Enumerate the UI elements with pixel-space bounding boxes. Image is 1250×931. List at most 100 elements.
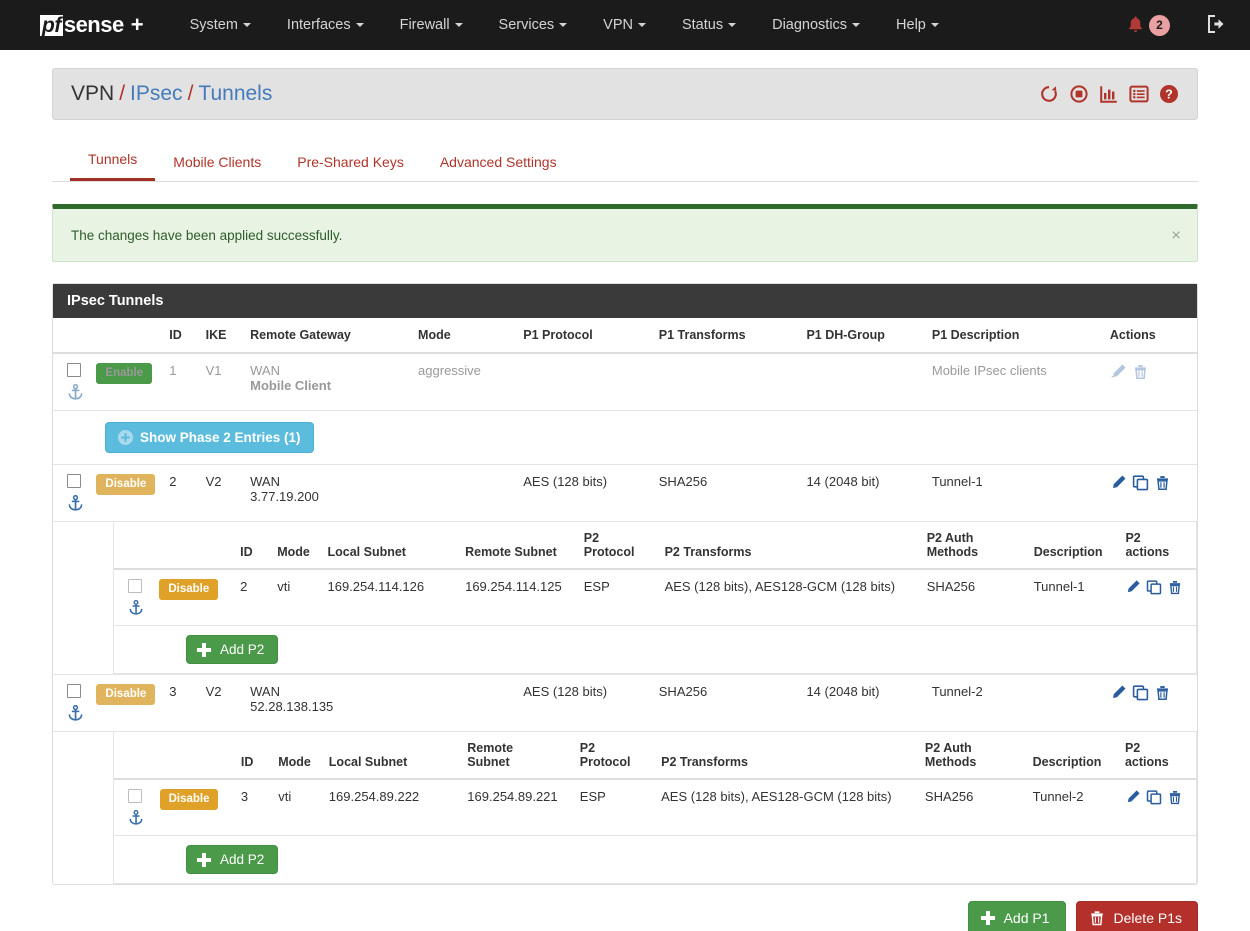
show-phase2-row: Show Phase 2 Entries (1) bbox=[53, 411, 1197, 465]
anchor-icon[interactable] bbox=[67, 495, 84, 512]
cell-remote-gateway: WAN Mobile Client bbox=[244, 353, 412, 411]
row-checkbox[interactable] bbox=[67, 474, 81, 488]
cell-p1-transforms: SHA256 bbox=[653, 675, 801, 732]
row-checkbox[interactable] bbox=[67, 363, 81, 377]
th-line2: Subnet bbox=[467, 755, 509, 769]
th-line1: P2 bbox=[580, 741, 595, 755]
p2-cell-protocol: ESP bbox=[574, 779, 655, 836]
copy-icon[interactable] bbox=[1132, 474, 1149, 491]
tab-label: Pre-Shared Keys bbox=[297, 154, 404, 170]
nav-label: Interfaces bbox=[287, 17, 351, 33]
row-select-cell bbox=[53, 353, 90, 411]
copy-icon[interactable] bbox=[1146, 789, 1162, 805]
copy-icon[interactable] bbox=[1146, 579, 1162, 595]
alert-close-button[interactable]: × bbox=[1171, 227, 1181, 244]
th-p2-transforms: P2 Transforms bbox=[655, 732, 919, 779]
notifications-button[interactable]: 2 bbox=[1127, 15, 1170, 36]
add-p2-label: Add P2 bbox=[220, 852, 264, 867]
list-icon[interactable] bbox=[1129, 84, 1149, 104]
anchor-icon[interactable] bbox=[67, 705, 84, 722]
anchor-icon[interactable] bbox=[67, 384, 84, 401]
p2-row-checkbox[interactable] bbox=[128, 579, 142, 593]
nav-item-services[interactable]: Services bbox=[481, 0, 586, 50]
edit-icon[interactable] bbox=[1125, 579, 1141, 595]
table-row[interactable]: Disable 2 V2 WAN 3.77.19.200 AES (128 bi… bbox=[53, 465, 1197, 522]
nav-item-help[interactable]: Help bbox=[878, 0, 957, 50]
row-action-group bbox=[1110, 474, 1191, 491]
pfsense-logo[interactable]: pfsense + bbox=[40, 0, 144, 50]
anchor-icon[interactable] bbox=[128, 600, 144, 616]
logout-button[interactable] bbox=[1206, 14, 1228, 37]
th-line1: P2 bbox=[1125, 741, 1140, 755]
anchor-icon[interactable] bbox=[128, 810, 144, 826]
th-p2-remote-subnet: Remote Subnet bbox=[459, 522, 578, 569]
nav-item-status[interactable]: Status bbox=[664, 0, 754, 50]
add-p2-button[interactable]: Add P2 bbox=[186, 845, 278, 874]
breadcrumb-separator: / bbox=[188, 82, 194, 106]
restart-icon[interactable] bbox=[1039, 84, 1059, 104]
show-phase2-entries-button[interactable]: Show Phase 2 Entries (1) bbox=[105, 422, 314, 453]
th-line1: P2 Auth bbox=[925, 741, 972, 755]
tab-tunnels[interactable]: Tunnels bbox=[70, 151, 155, 181]
th-line1: P2 bbox=[1125, 531, 1140, 545]
th-p1-description: P1 Description bbox=[926, 318, 1104, 353]
nav-item-vpn[interactable]: VPN bbox=[585, 0, 664, 50]
cell-mode bbox=[412, 675, 517, 732]
nav-item-system[interactable]: System bbox=[172, 0, 269, 50]
cell-p1-transforms bbox=[653, 353, 801, 411]
delete-icon[interactable] bbox=[1167, 789, 1183, 805]
nav-item-diagnostics[interactable]: Diagnostics bbox=[754, 0, 878, 50]
table-row[interactable]: Enable 1 V1 WAN Mobile Client aggressive… bbox=[53, 353, 1197, 411]
breadcrumb: VPN / IPsec / Tunnels bbox=[52, 68, 1198, 120]
tab-mobile-clients[interactable]: Mobile Clients bbox=[155, 154, 279, 181]
th-line2: Methods bbox=[925, 755, 976, 769]
th-line1: Remote bbox=[467, 741, 513, 755]
help-icon[interactable]: ? bbox=[1159, 84, 1179, 104]
gateway-interface: WAN bbox=[250, 363, 406, 378]
chart-icon[interactable] bbox=[1099, 84, 1119, 104]
p2-toggle-disable-button[interactable]: Disable bbox=[160, 789, 219, 810]
delete-icon[interactable] bbox=[1132, 363, 1149, 380]
p2-select-cell bbox=[114, 779, 154, 836]
edit-icon[interactable] bbox=[1110, 684, 1127, 701]
delete-p1s-button[interactable]: Delete P1s bbox=[1076, 901, 1198, 931]
breadcrumb-link-tunnels[interactable]: Tunnels bbox=[198, 82, 272, 106]
toggle-disable-button[interactable]: Disable bbox=[96, 684, 155, 705]
phase2-row[interactable]: Disable 3 vti 169.254.89.222 169.254.89.… bbox=[114, 779, 1196, 836]
delete-icon[interactable] bbox=[1167, 579, 1183, 595]
p2-cell-transforms: AES (128 bits), AES128-GCM (128 bits) bbox=[659, 569, 921, 626]
phase2-row[interactable]: Disable 2 vti 169.254.114.126 169.254.11… bbox=[114, 569, 1196, 626]
row-action-group bbox=[1110, 684, 1191, 701]
nav-item-interfaces[interactable]: Interfaces bbox=[269, 0, 382, 50]
nav-item-firewall[interactable]: Firewall bbox=[382, 0, 481, 50]
edit-icon[interactable] bbox=[1125, 789, 1141, 805]
copy-icon[interactable] bbox=[1132, 684, 1149, 701]
edit-icon[interactable] bbox=[1110, 474, 1127, 491]
row-checkbox[interactable] bbox=[67, 684, 81, 698]
toggle-disable-button[interactable]: Disable bbox=[96, 474, 155, 495]
cell-p1-dh-group bbox=[800, 353, 925, 411]
tab-advanced-settings[interactable]: Advanced Settings bbox=[422, 154, 575, 181]
success-alert: The changes have been applied successful… bbox=[52, 204, 1198, 262]
cell-p1-protocol: AES (128 bits) bbox=[517, 675, 653, 732]
delete-icon[interactable] bbox=[1154, 474, 1171, 491]
p2-cell-description: Tunnel-2 bbox=[1027, 779, 1119, 836]
phase2-container-row: ID Mode Local Subnet Remote Subnet P2 Pr… bbox=[53, 522, 1197, 675]
breadcrumb-link-ipsec[interactable]: IPsec bbox=[130, 82, 183, 106]
tab-pre-shared-keys[interactable]: Pre-Shared Keys bbox=[279, 154, 422, 181]
toggle-enable-button[interactable]: Enable bbox=[96, 363, 152, 384]
stop-icon[interactable] bbox=[1069, 84, 1089, 104]
th-p2-description: Description bbox=[1028, 522, 1120, 569]
gateway-address: 3.77.19.200 bbox=[250, 489, 406, 504]
edit-icon[interactable] bbox=[1110, 363, 1127, 380]
table-row[interactable]: Disable 3 V2 WAN 52.28.138.135 AES (128 … bbox=[53, 675, 1197, 732]
p2-toggle-disable-button[interactable]: Disable bbox=[159, 579, 218, 600]
add-p1-label: Add P1 bbox=[1004, 910, 1050, 926]
delete-icon[interactable] bbox=[1154, 684, 1171, 701]
add-p2-button[interactable]: Add P2 bbox=[186, 635, 278, 664]
add-p1-button[interactable]: Add P1 bbox=[968, 901, 1066, 931]
th-p2-id: ID bbox=[235, 732, 272, 779]
svg-text:?: ? bbox=[1165, 88, 1173, 102]
cell-ike: V1 bbox=[200, 353, 245, 411]
p2-row-checkbox[interactable] bbox=[128, 789, 142, 803]
